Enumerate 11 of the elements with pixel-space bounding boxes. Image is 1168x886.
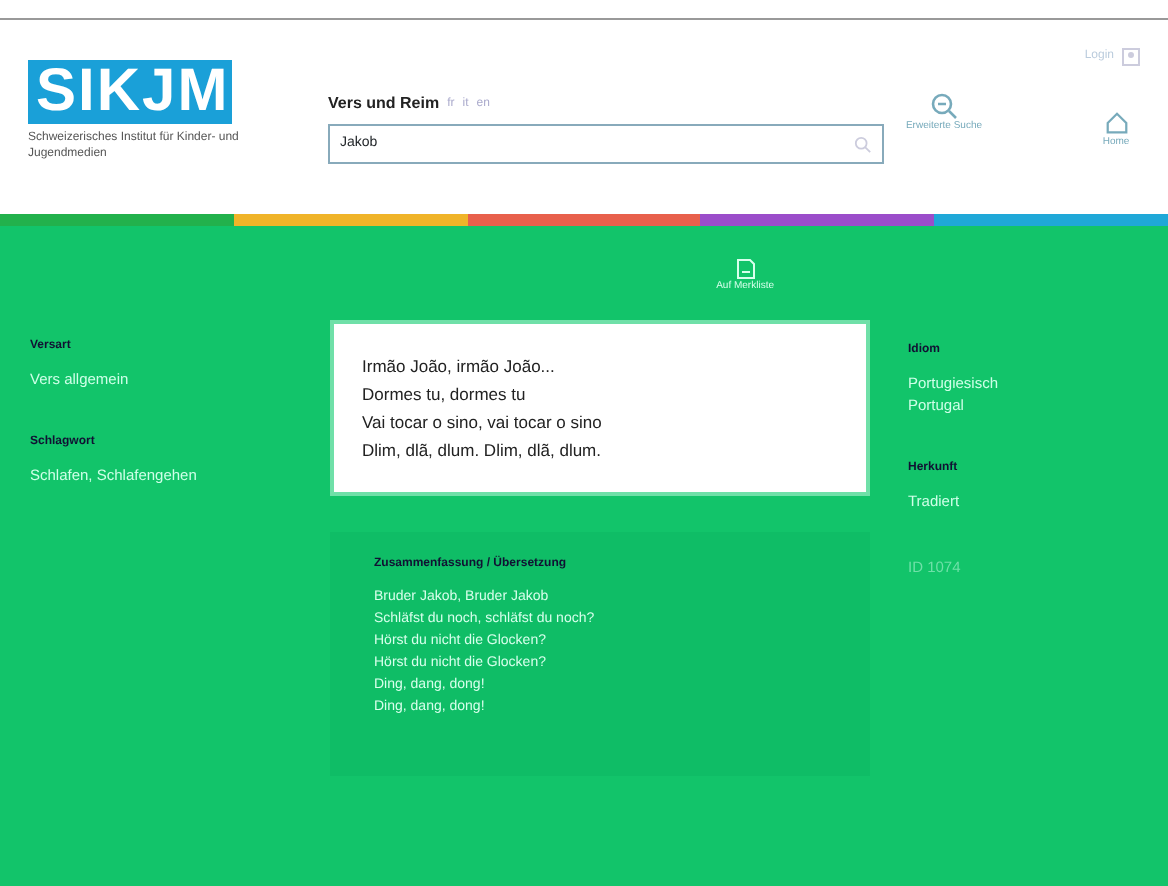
save-icon: [735, 258, 756, 280]
zoom-icon: [930, 92, 958, 120]
logo: SIKJM: [28, 60, 232, 124]
site-title: Vers und Reim: [328, 92, 440, 116]
search-icon: [854, 135, 872, 153]
home-icon: [1103, 110, 1129, 136]
verse-line: Irmão João, irmão João...: [362, 353, 557, 379]
verse-line: Dlim, dlã, dlum. Dlim, dlã, dlum.: [362, 437, 604, 463]
verse-line: Vai tocar o sino, vai tocar o sino: [362, 409, 604, 435]
user-icon[interactable]: [1122, 48, 1140, 66]
verse-line: Dormes tu, dormes tu: [362, 381, 528, 407]
